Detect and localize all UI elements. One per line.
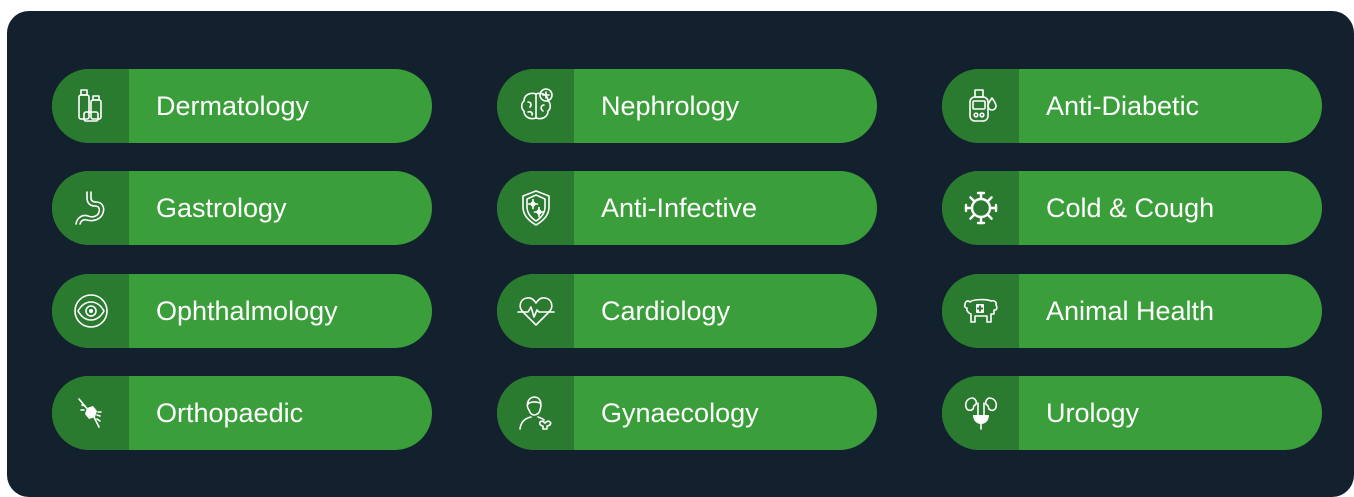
- icon-badge: [942, 171, 1019, 245]
- category-label: Anti-Diabetic: [1046, 91, 1200, 121]
- category-label: Gastrology: [156, 193, 287, 223]
- cosmetic-bottles-icon: [77, 89, 102, 122]
- icon-badge: [497, 376, 574, 450]
- eye-icon: [73, 294, 108, 328]
- category-gastrology[interactable]: Gastrology: [52, 171, 432, 245]
- category-label: Nephrology: [601, 91, 740, 121]
- category-label: Cardiology: [601, 296, 731, 326]
- shield-virus-icon: [521, 190, 550, 226]
- category-animal-health[interactable]: Animal Health: [942, 274, 1322, 348]
- category-urology[interactable]: Urology: [942, 376, 1322, 450]
- knee-joint-icon: [77, 398, 102, 428]
- kidneys-bladder-icon: [964, 397, 997, 430]
- category-label: Urology: [1046, 398, 1140, 428]
- heart-pulse-icon: [516, 297, 555, 326]
- category-cold-cough[interactable]: Cold & Cough: [942, 171, 1322, 245]
- category-dermatology[interactable]: Dermatology: [52, 69, 432, 143]
- glucometer-drop-icon: [968, 89, 997, 122]
- category-label: Cold & Cough: [1046, 193, 1215, 223]
- cow-cross-icon: [963, 298, 998, 323]
- category-anti-infective[interactable]: Anti-Infective: [497, 171, 877, 245]
- icon-badge: [52, 171, 129, 245]
- virus-icon: [964, 191, 997, 225]
- category-label: Anti-Infective: [601, 193, 758, 223]
- category-label: Gynaecology: [601, 398, 759, 428]
- category-anti-diabetic[interactable]: Anti-Diabetic: [942, 69, 1322, 143]
- brain-plus-icon: [520, 88, 553, 120]
- icon-badge: [942, 274, 1019, 348]
- category-ophthalmology[interactable]: Ophthalmology: [52, 274, 432, 348]
- icon-badge: [497, 69, 574, 143]
- category-label: Animal Health: [1046, 296, 1215, 326]
- category-orthopaedic[interactable]: Orthopaedic: [52, 376, 432, 450]
- icon-badge: [942, 69, 1019, 143]
- category-label: Ophthalmology: [156, 296, 338, 326]
- category-label: Dermatology: [156, 91, 310, 121]
- icon-badge: [942, 376, 1019, 450]
- icon-badge: [52, 69, 129, 143]
- icon-badge: [497, 171, 574, 245]
- woman-uterus-icon: [518, 396, 551, 430]
- category-label: Orthopaedic: [156, 398, 304, 428]
- category-gynaecology[interactable]: Gynaecology: [497, 376, 877, 450]
- icon-badge: [497, 274, 574, 348]
- icon-badge: [52, 376, 129, 450]
- category-cardiology[interactable]: Cardiology: [497, 274, 877, 348]
- category-nephrology[interactable]: Nephrology: [497, 69, 877, 143]
- stomach-icon: [74, 191, 104, 225]
- icon-badge: [52, 274, 129, 348]
